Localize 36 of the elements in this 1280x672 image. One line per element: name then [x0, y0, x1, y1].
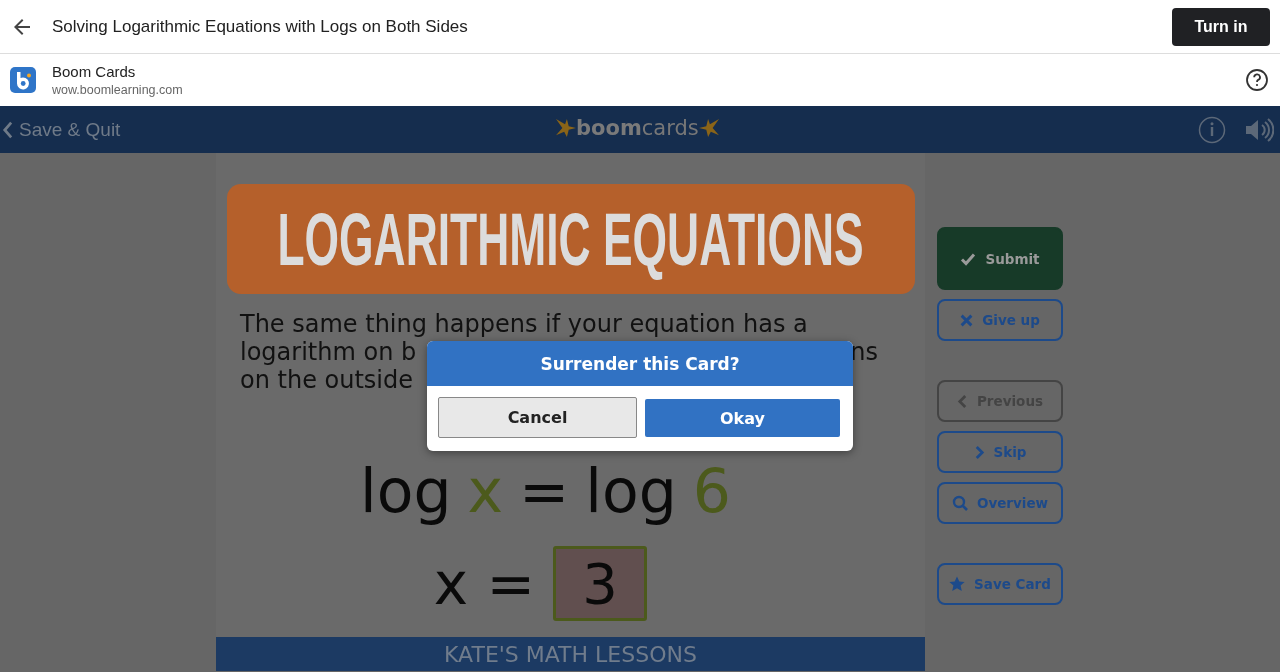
equation-term: log: [585, 458, 677, 524]
equation-term: log: [360, 458, 452, 524]
giveup-button[interactable]: Give up: [937, 299, 1063, 341]
footer-bar: KATE'S MATH LESSONS: [216, 637, 925, 671]
save-quit-link[interactable]: Save & Quit: [0, 118, 121, 141]
equation-term: 6: [692, 458, 731, 524]
turn-in-button[interactable]: Turn in: [1172, 7, 1270, 46]
overview-button[interactable]: Overview: [937, 482, 1063, 524]
cross-icon: [960, 313, 974, 327]
save-button[interactable]: Save Card: [937, 563, 1063, 605]
star-icon: [949, 576, 966, 592]
paragraph-text: The same thing happens if your equation has a: [240, 310, 808, 338]
paragraph-text: logarithm on b: [240, 338, 417, 366]
equation-term: x: [467, 458, 503, 524]
skip-button[interactable]: Skip: [937, 431, 1063, 473]
app-url: wow.boomlearning.com: [52, 83, 184, 97]
speaker-icon[interactable]: [1244, 116, 1274, 143]
okay-button[interactable]: Okay: [645, 399, 840, 437]
submit-button[interactable]: Submit: [937, 227, 1063, 290]
app-name: Boom Cards: [52, 63, 137, 80]
help-icon[interactable]: [1245, 68, 1269, 92]
logo-text: boomcards: [576, 116, 699, 140]
chevron-right-icon: [973, 444, 985, 460]
answer-label: x =: [433, 549, 536, 618]
info-icon[interactable]: [1198, 115, 1226, 144]
answer-field[interactable]: 3: [553, 546, 648, 621]
dialog-title: Surrender this Card?: [427, 341, 853, 386]
chevron-left-icon: [956, 393, 968, 409]
title-banner: LOGARITHMIC EQUATIONS: [226, 184, 915, 294]
app-logo-icon: [10, 67, 36, 93]
search-icon: [951, 495, 968, 511]
equation-term: =: [519, 458, 570, 524]
cancel-button[interactable]: Cancel: [438, 397, 637, 438]
chevron-left-icon: [2, 119, 13, 140]
paragraph-text: on the outside: [240, 366, 413, 394]
assignment-title: Solving Logarithmic Equations with Logs on Both Sides: [52, 16, 469, 37]
